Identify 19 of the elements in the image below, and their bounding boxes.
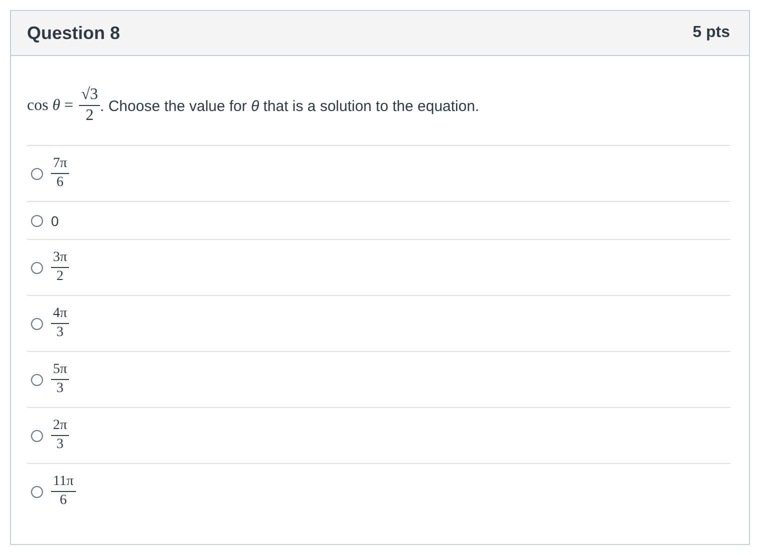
answer-text: 0 [51,212,59,228]
radio-button[interactable] [31,486,43,498]
radio-button[interactable] [31,262,43,274]
fraction: 5π 3 [51,362,70,397]
radio-button[interactable] [31,430,43,442]
equation-lhs: cos θ = [27,96,74,114]
radio-button[interactable] [31,214,43,226]
points-label: 5 pts [692,24,730,42]
fraction: 7π 6 [51,156,70,191]
fraction: 4π 3 [51,306,70,341]
radio-button[interactable] [31,374,43,386]
fraction: 11π 6 [51,474,76,509]
fraction: 2π 3 [51,418,70,453]
fraction: 3π 2 [51,250,70,285]
fraction: √3 2 [79,86,100,125]
question-text: . Choose the value for θ that is a solution to the equation. [100,98,480,114]
radio-button[interactable] [31,168,43,180]
question-title: Question 8 [27,22,120,44]
radio-button[interactable] [31,318,43,330]
